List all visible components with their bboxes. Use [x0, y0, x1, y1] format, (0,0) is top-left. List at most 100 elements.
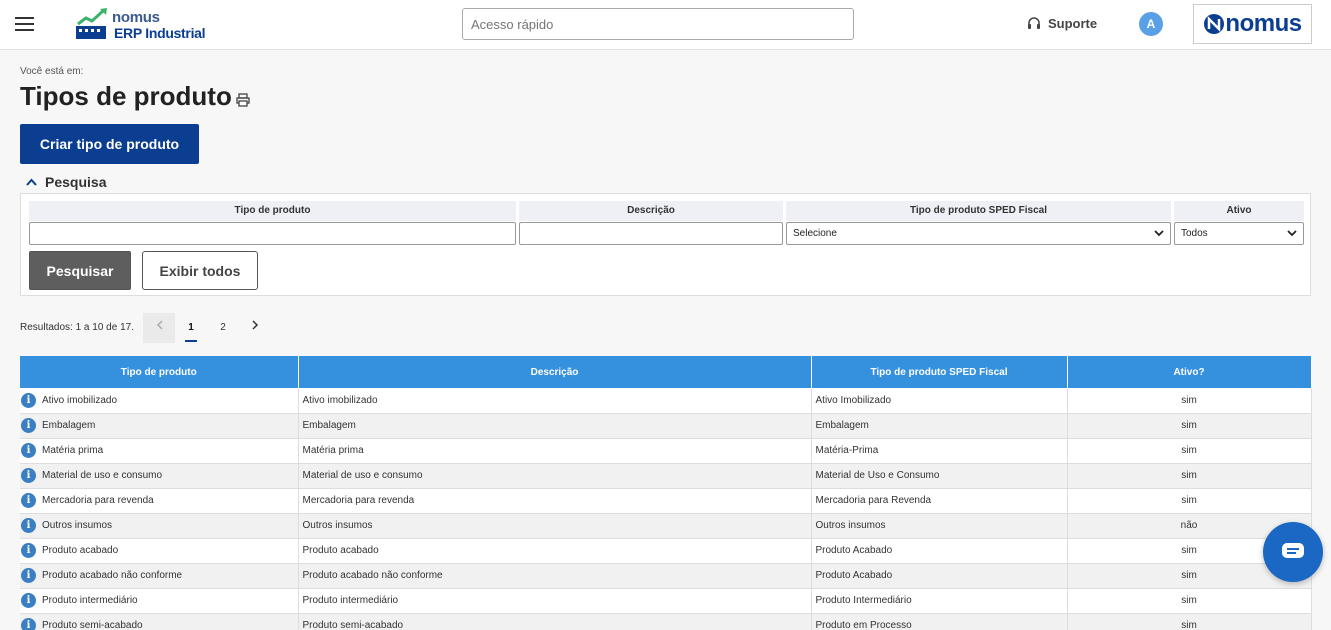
nomus-n-icon	[1204, 14, 1225, 34]
cell-text: Produto semi-acabado	[42, 620, 143, 630]
info-icon[interactable]: i	[21, 468, 36, 483]
nomus-brand-logo: nomus	[1193, 4, 1312, 44]
cell-text: Ativo imobilizado	[42, 394, 118, 406]
info-icon[interactable]: i	[21, 568, 36, 583]
cell-ativo: sim	[1067, 613, 1312, 630]
cell-descricao: Produto semi-acabado	[298, 613, 812, 630]
info-icon[interactable]: i	[21, 593, 36, 608]
prev-page-button[interactable]	[143, 313, 175, 343]
search-button[interactable]: Pesquisar	[29, 251, 131, 290]
descricao-input[interactable]	[519, 222, 783, 245]
table-row[interactable]: i Embalagem Embalagem Embalagem sim	[20, 413, 1312, 439]
nomus-erp-logo[interactable]: nomus ERP Industrial	[76, 8, 211, 44]
cell-tipo-produto: i Produto semi-acabado	[20, 613, 299, 630]
cell-ativo: sim	[1067, 438, 1312, 464]
label-ativo: Ativo	[1174, 201, 1304, 221]
info-icon[interactable]: i	[21, 418, 36, 433]
page-button-2[interactable]: 2	[207, 313, 239, 343]
info-icon[interactable]: i	[21, 443, 36, 458]
quick-access-input[interactable]	[462, 8, 854, 40]
cell-descricao: Matéria prima	[298, 438, 812, 464]
cell-sped: Mercadoria para Revenda	[811, 488, 1068, 514]
cell-text: Matéria prima	[42, 445, 104, 457]
support-link[interactable]: Suporte	[1027, 16, 1097, 31]
next-page-button[interactable]	[239, 313, 271, 343]
cell-sped: Embalagem	[811, 413, 1068, 439]
sped-select[interactable]: Selecione	[786, 222, 1171, 245]
headset-icon	[1028, 16, 1040, 29]
cell-tipo-produto: i Ativo imobilizado	[20, 388, 299, 414]
cell-descricao: Mercadoria para revenda	[298, 488, 812, 514]
breadcrumb: Você está em:	[20, 66, 84, 77]
cell-text: Produto acabado	[42, 545, 119, 557]
cell-tipo-produto: i Material de uso e consumo	[20, 463, 299, 489]
cell-text: Outros insumos	[42, 520, 113, 532]
cell-descricao: Produto acabado	[298, 538, 812, 564]
cell-ativo: sim	[1067, 388, 1312, 414]
create-product-type-button[interactable]: Criar tipo de produto	[20, 124, 199, 164]
show-all-button[interactable]: Exibir todos	[142, 251, 258, 290]
table-row[interactable]: i Matéria prima Matéria prima Matéria-Prima…	[20, 438, 1312, 464]
cell-tipo-produto: i Produto acabado	[20, 538, 299, 564]
cell-sped: Matéria-Prima	[811, 438, 1068, 464]
cell-descricao: Material de uso e consumo	[298, 463, 812, 489]
product-types-table: Tipo de produto Descrição Tipo de produt…	[20, 356, 1312, 630]
table-row[interactable]: i Mercadoria para revenda Mercadoria para …	[20, 488, 1312, 514]
col-header-ativo[interactable]: Ativo?	[1067, 356, 1312, 388]
label-descricao: Descrição	[519, 201, 783, 221]
user-avatar[interactable]: A	[1139, 12, 1163, 36]
factory-logo-icon	[76, 8, 107, 39]
support-label: Suporte	[1048, 16, 1098, 31]
cell-ativo: sim	[1067, 463, 1312, 489]
search-panel: Tipo de produto Descrição Tipo de produt…	[20, 193, 1311, 296]
chat-button[interactable]	[1263, 522, 1323, 582]
col-header-sped[interactable]: Tipo de produto SPED Fiscal	[811, 356, 1068, 388]
results-count: Resultados: 1 a 10 de 17.	[20, 322, 134, 333]
cell-sped: Produto Acabado	[811, 538, 1068, 564]
page-button-1[interactable]: 1	[175, 313, 207, 343]
cell-text: Produto intermediário	[42, 595, 138, 607]
chevron-right-icon	[251, 320, 258, 330]
col-header-tipo[interactable]: Tipo de produto	[20, 356, 299, 388]
sped-select-value: Selecione	[793, 228, 837, 239]
cell-descricao: Embalagem	[298, 413, 812, 439]
info-icon[interactable]: i	[21, 493, 36, 508]
info-icon[interactable]: i	[21, 543, 36, 558]
cell-sped: Outros insumos	[811, 513, 1068, 539]
menu-icon[interactable]	[15, 17, 34, 31]
table-row[interactable]: i Produto acabado Produto acabado Produto A…	[20, 538, 1312, 564]
info-icon[interactable]: i	[21, 392, 36, 408]
logo-text-nomus: nomus	[112, 9, 160, 26]
cell-tipo-produto: i Produto intermediário	[20, 588, 299, 614]
cell-tipo-produto: i Matéria prima	[20, 438, 299, 464]
table-row[interactable]: i Ativo imobilizado Ativo imobilizado Ativo…	[20, 388, 1312, 414]
col-header-descricao[interactable]: Descrição	[298, 356, 812, 388]
ativo-select[interactable]: Todos	[1174, 222, 1304, 245]
label-tipo-produto: Tipo de produto	[29, 201, 516, 221]
cell-descricao: Outros insumos	[298, 513, 812, 539]
table-row[interactable]: i Outros insumos Outros insumos Outros insu…	[20, 513, 1312, 539]
table-row[interactable]: i Produto semi-acabado Produto semi-acabad…	[20, 613, 1312, 630]
ativo-select-value: Todos	[1181, 228, 1208, 239]
chevron-down-icon	[1154, 230, 1164, 237]
table-row[interactable]: i Produto intermediário Produto intermediá…	[20, 588, 1312, 614]
top-header: nomus ERP Industrial Suporte A nomus	[0, 0, 1331, 50]
search-toggle[interactable]: Pesquisa	[26, 174, 106, 190]
cell-descricao: Produto acabado não conforme	[298, 563, 812, 589]
print-icon[interactable]	[236, 93, 250, 107]
cell-sped: Produto Acabado	[811, 563, 1068, 589]
table-row[interactable]: i Material de uso e consumo Material de us…	[20, 463, 1312, 489]
cell-sped: Ativo Imobilizado	[811, 388, 1068, 414]
info-icon[interactable]: i	[21, 618, 36, 630]
cell-tipo-produto: i Embalagem	[20, 413, 299, 439]
chevron-left-icon	[156, 320, 163, 330]
cell-text: Material de uso e consumo	[42, 470, 163, 482]
cell-text: Produto acabado não conforme	[42, 570, 183, 582]
cell-descricao: Ativo imobilizado	[298, 388, 812, 414]
cell-sped: Produto em Processo	[811, 613, 1068, 630]
table-row[interactable]: i Produto acabado não conforme Produto aca…	[20, 563, 1312, 589]
logo-text-erp: ERP Industrial	[114, 25, 206, 41]
info-icon[interactable]: i	[21, 518, 36, 533]
pagination: 1 2	[143, 313, 271, 343]
tipo-produto-input[interactable]	[29, 222, 516, 245]
